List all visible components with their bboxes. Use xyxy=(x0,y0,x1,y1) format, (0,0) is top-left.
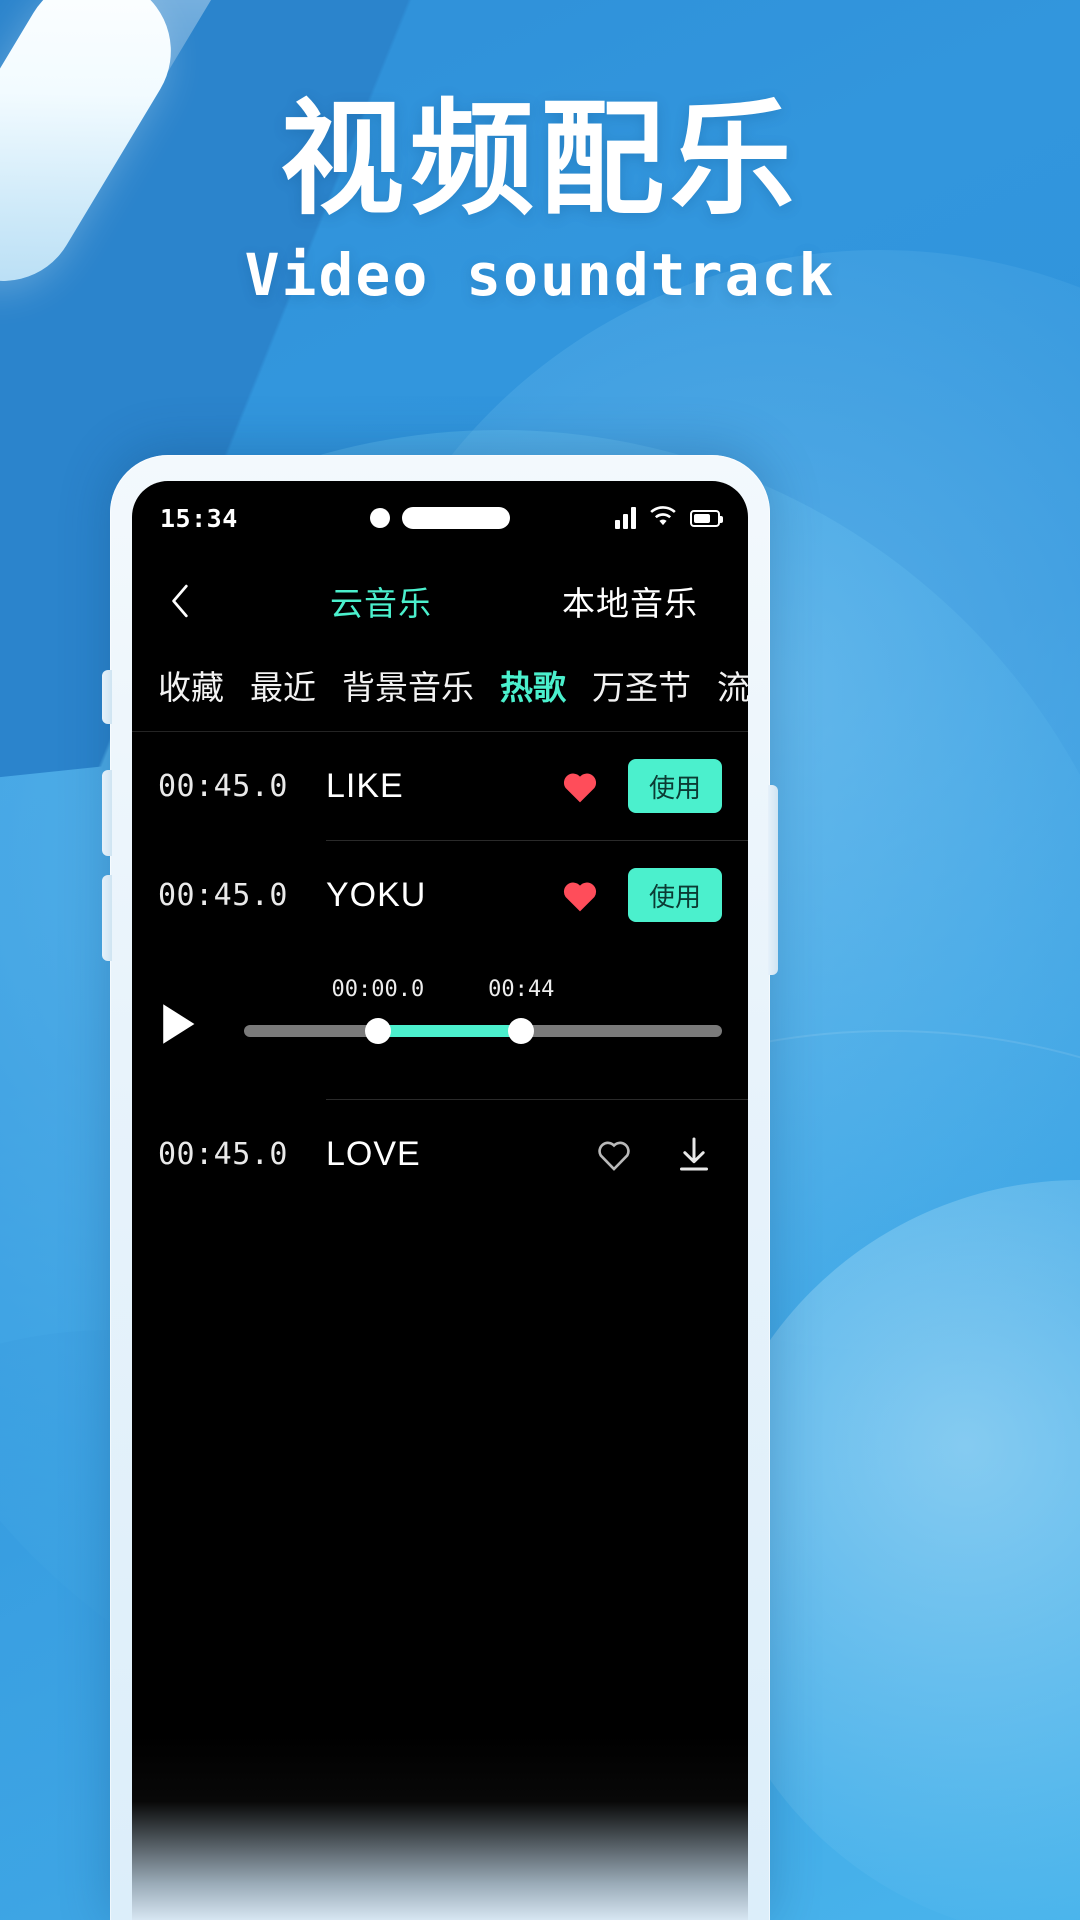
play-button[interactable] xyxy=(158,1001,244,1047)
song-duration: 00:45.0 xyxy=(158,768,288,804)
category-tab-background-music[interactable]: 背景音乐 xyxy=(342,661,474,709)
category-tab-recent[interactable]: 最近 xyxy=(250,661,316,709)
chevron-left-icon xyxy=(172,584,188,618)
phone-side-button[interactable] xyxy=(102,670,112,724)
favorite-button[interactable] xyxy=(554,877,606,913)
heart-outline-icon xyxy=(598,1141,630,1171)
notch-pill xyxy=(402,507,510,529)
trim-start-label: 00:00.0 xyxy=(331,977,425,1002)
trim-slider[interactable]: 00:00.0 00:44 xyxy=(244,977,722,1044)
wifi-icon xyxy=(649,505,677,531)
song-title: YOKU xyxy=(326,875,427,914)
slider-track[interactable] xyxy=(244,1018,722,1044)
dynamic-island xyxy=(370,507,510,529)
song-title: LIKE xyxy=(326,766,404,805)
phone-volume-down-button[interactable] xyxy=(102,875,112,961)
phone-screen: 15:34 云音乐 本地音乐 收藏 最近 背景音乐 热歌 万圣节 流 00:45… xyxy=(132,481,748,1920)
status-icons xyxy=(615,505,723,531)
status-time: 15:34 xyxy=(160,503,238,533)
use-button[interactable]: 使用 xyxy=(628,759,722,813)
favorite-button[interactable] xyxy=(554,768,606,804)
table-row[interactable]: 00:45.0 LIKE 使用 xyxy=(132,732,748,840)
category-tab-favorites[interactable]: 收藏 xyxy=(158,661,224,709)
screen-bottom-fade xyxy=(132,1735,748,1920)
phone-mockup: 15:34 云音乐 本地音乐 收藏 最近 背景音乐 热歌 万圣节 流 00:45… xyxy=(102,455,778,1920)
slider-handle-end[interactable] xyxy=(508,1018,535,1044)
audio-trim-player: 00:00.0 00:44 xyxy=(132,949,748,1099)
poster-headings: 视频配乐 Video soundtrack xyxy=(0,95,1080,309)
camera-dot-icon xyxy=(370,508,390,528)
heart-filled-icon xyxy=(563,773,597,803)
song-duration: 00:45.0 xyxy=(158,877,288,913)
slider-handle-start[interactable] xyxy=(364,1018,391,1044)
song-title: LOVE xyxy=(326,1134,421,1173)
top-navigation: 云音乐 本地音乐 xyxy=(132,555,748,647)
tab-cloud-music[interactable]: 云音乐 xyxy=(330,577,432,625)
slider-selected-range xyxy=(377,1025,522,1037)
poster-title-en: Video soundtrack xyxy=(244,241,836,310)
status-bar: 15:34 xyxy=(132,481,748,555)
tab-local-music[interactable]: 本地音乐 xyxy=(562,577,698,625)
category-tab-pop[interactable]: 流行 xyxy=(717,661,748,709)
download-icon xyxy=(680,1137,708,1171)
play-icon xyxy=(163,1004,195,1044)
song-duration: 00:45.0 xyxy=(158,1136,288,1172)
table-row[interactable]: 00:45.0 YOKU 使用 xyxy=(132,841,748,949)
poster-title-cn: 视频配乐 xyxy=(279,88,800,232)
table-row[interactable]: 00:45.0 LOVE xyxy=(132,1100,748,1208)
category-tab-hot-songs[interactable]: 热歌 xyxy=(500,661,566,709)
category-tab-halloween[interactable]: 万圣节 xyxy=(592,661,691,709)
favorite-button[interactable] xyxy=(588,1136,640,1172)
signal-bars-icon xyxy=(615,507,636,529)
heart-filled-icon xyxy=(563,882,597,912)
back-button[interactable] xyxy=(158,578,204,624)
phone-volume-up-button[interactable] xyxy=(102,770,112,856)
trim-end-label: 00:44 xyxy=(488,977,555,1002)
use-button[interactable]: 使用 xyxy=(628,868,722,922)
category-tabs: 收藏 最近 背景音乐 热歌 万圣节 流行 圣诞 xyxy=(132,647,748,732)
download-button[interactable] xyxy=(666,1134,722,1174)
battery-icon xyxy=(690,509,723,527)
phone-power-button[interactable] xyxy=(768,785,778,975)
song-list: 00:45.0 LIKE 使用 00:45.0 YOKU 使用 00:00.0 … xyxy=(132,732,748,1208)
